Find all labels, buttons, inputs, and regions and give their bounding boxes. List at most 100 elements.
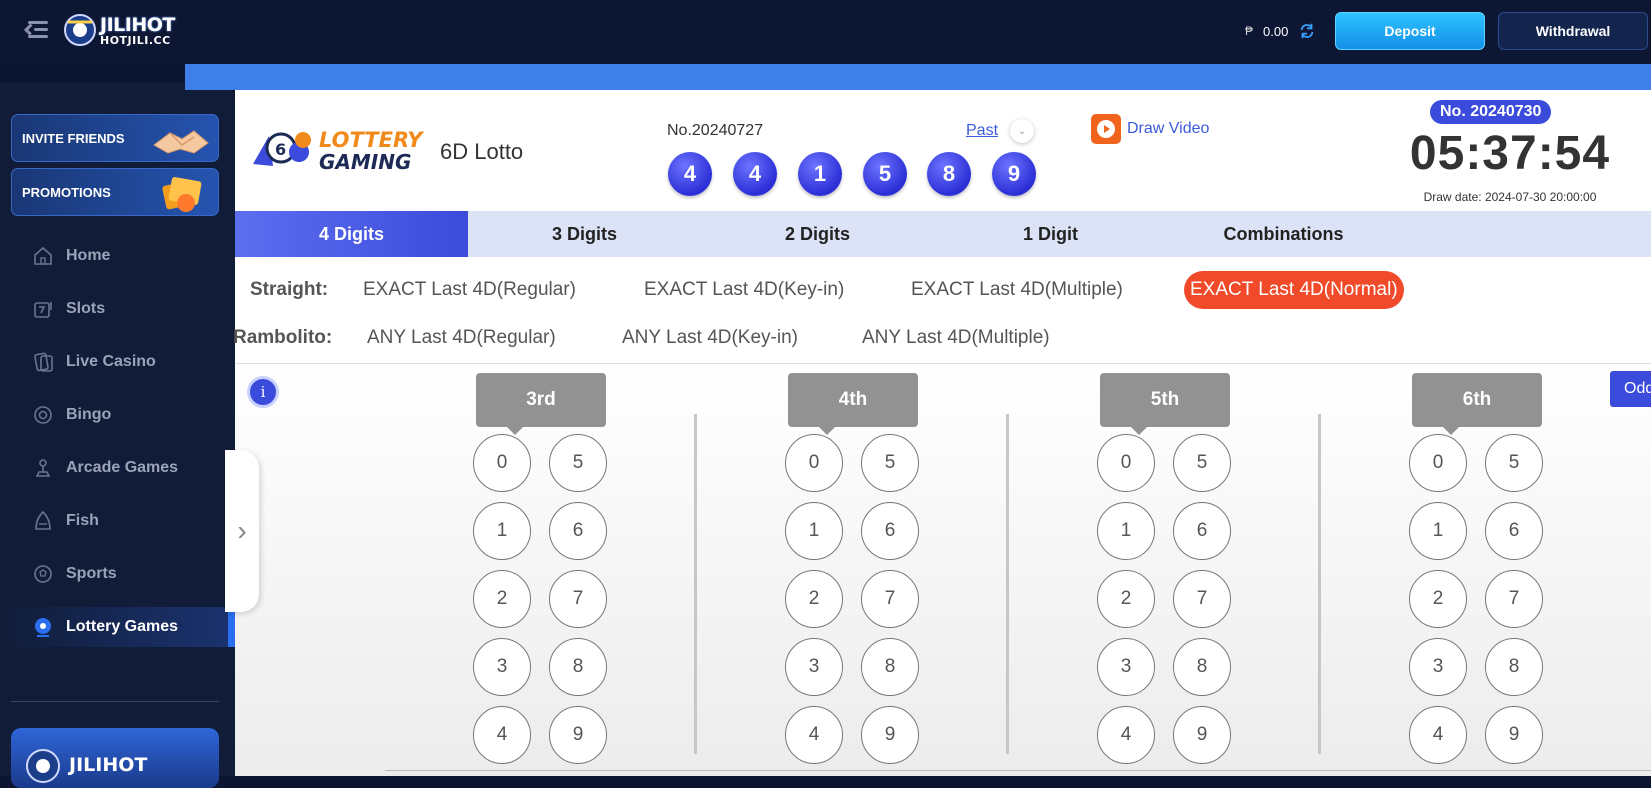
lottery-icon: [35, 618, 51, 637]
digit-button[interactable]: 2: [473, 570, 531, 628]
sidebar-item-bingo[interactable]: Bingo: [0, 395, 235, 435]
digit-button[interactable]: 1: [785, 502, 843, 560]
sidebar-banner[interactable]: JILIHOT: [11, 728, 219, 788]
chevron-right-icon[interactable]: ›: [225, 450, 259, 612]
digit-button[interactable]: 8: [1485, 638, 1543, 696]
digit-button[interactable]: 5: [549, 434, 607, 492]
column-separator: [694, 414, 697, 754]
digit-button[interactable]: 4: [1097, 706, 1155, 764]
gift-coupon-icon: [162, 177, 202, 212]
digit-button[interactable]: 3: [1409, 638, 1467, 696]
result-ball: 4: [668, 152, 712, 196]
sidebar: INVITE FRIENDS PROMOTIONS Home Slots Liv…: [0, 82, 235, 788]
promotions-card[interactable]: PROMOTIONS: [11, 168, 219, 216]
straight-option-regular[interactable]: EXACT Last 4D(Regular): [357, 271, 582, 309]
digit-button[interactable]: 2: [1097, 570, 1155, 628]
digit-button[interactable]: 7: [1485, 570, 1543, 628]
tab-combinations[interactable]: Combinations: [1167, 211, 1400, 257]
sidebar-item-label: Arcade Games: [66, 459, 179, 476]
chevron-down-icon[interactable]: ⌄: [1010, 119, 1034, 143]
digit-button[interactable]: 6: [1485, 502, 1543, 560]
digit-button[interactable]: 9: [1485, 706, 1543, 764]
sidebar-item-slots[interactable]: Slots: [0, 289, 235, 329]
straight-option-key-in[interactable]: EXACT Last 4D(Key-in): [638, 271, 850, 309]
draw-video-link[interactable]: Draw Video: [1091, 114, 1209, 144]
straight-option-multiple[interactable]: EXACT Last 4D(Multiple): [905, 271, 1129, 309]
column-separator: [1318, 414, 1321, 754]
info-icon[interactable]: i: [247, 376, 279, 408]
digit-button[interactable]: 1: [1409, 502, 1467, 560]
game-title: 6D Lotto: [440, 139, 524, 164]
result-ball: 1: [798, 152, 842, 196]
digit-button[interactable]: 3: [785, 638, 843, 696]
digit-button[interactable]: 9: [861, 706, 919, 764]
digit-button[interactable]: 6: [861, 502, 919, 560]
digit-button[interactable]: 2: [785, 570, 843, 628]
odds-button[interactable]: Odd: [1610, 371, 1651, 407]
withdrawal-button[interactable]: Withdrawal: [1498, 12, 1648, 50]
digit-button[interactable]: 8: [1173, 638, 1231, 696]
digit-button[interactable]: 5: [1485, 434, 1543, 492]
digit-button[interactable]: 5: [861, 434, 919, 492]
tab-4-digits[interactable]: 4 Digits: [235, 211, 468, 257]
digit-button[interactable]: 3: [1097, 638, 1155, 696]
sidebar-item-lottery-games[interactable]: Lottery Games: [0, 607, 235, 647]
promotions-label: PROMOTIONS: [22, 184, 111, 200]
past-results-link[interactable]: Past: [966, 122, 998, 140]
play-icon: [1091, 114, 1121, 144]
position-column-4th: 4th: [788, 373, 918, 435]
sidebar-item-label: Lottery Games: [66, 618, 179, 635]
digit-button[interactable]: 4: [473, 706, 531, 764]
digit-button[interactable]: 0: [1409, 434, 1467, 492]
sidebar-item-arcade-games[interactable]: Arcade Games: [0, 448, 235, 488]
digit-button[interactable]: 7: [861, 570, 919, 628]
digit-button[interactable]: 4: [785, 706, 843, 764]
straight-option-normal[interactable]: EXACT Last 4D(Normal): [1184, 271, 1404, 309]
live-casino-icon: [34, 352, 53, 372]
digit-button[interactable]: 0: [1097, 434, 1155, 492]
tab-1-digit[interactable]: 1 Digit: [934, 211, 1167, 257]
sidebar-item-sports[interactable]: Sports: [0, 554, 235, 594]
sidebar-item-home[interactable]: Home: [0, 236, 235, 276]
digit-button[interactable]: 9: [549, 706, 607, 764]
sidebar-divider: [11, 701, 219, 702]
countdown-timer: 05:37:54: [1409, 127, 1611, 180]
digit-button[interactable]: 9: [1173, 706, 1231, 764]
tab-3-digits[interactable]: 3 Digits: [468, 211, 701, 257]
digit-button[interactable]: 3: [473, 638, 531, 696]
invite-friends-card[interactable]: INVITE FRIENDS: [11, 114, 219, 162]
bingo-icon: [34, 406, 52, 424]
digit-button[interactable]: 2: [1409, 570, 1467, 628]
deposit-button[interactable]: Deposit: [1335, 12, 1485, 50]
rambolito-option-regular[interactable]: ANY Last 4D(Regular): [361, 319, 562, 357]
rambolito-row: Rambolito: ANY Last 4D(Regular) ANY Last…: [233, 318, 1651, 358]
digit-button[interactable]: 1: [1097, 502, 1155, 560]
sidebar-item-fish[interactable]: Fish: [0, 501, 235, 541]
digit-button[interactable]: 5: [1173, 434, 1231, 492]
site-logo[interactable]: JILIHOT HOTJILI.CC: [62, 10, 190, 50]
digit-button[interactable]: 6: [1173, 502, 1231, 560]
digit-button[interactable]: 8: [549, 638, 607, 696]
slots-icon: [34, 302, 52, 318]
digit-button[interactable]: 0: [473, 434, 531, 492]
sidebar-item-label: Sports: [66, 565, 117, 582]
home-icon: [34, 246, 52, 265]
digit-button[interactable]: 8: [861, 638, 919, 696]
draw-video-label: Draw Video: [1127, 120, 1210, 137]
digit-button[interactable]: 7: [549, 570, 607, 628]
rambolito-option-key-in[interactable]: ANY Last 4D(Key-in): [616, 319, 804, 357]
arcade-icon: [35, 459, 51, 477]
sidebar-item-label: Bingo: [66, 406, 112, 423]
digit-button[interactable]: 6: [549, 502, 607, 560]
digit-button[interactable]: 0: [785, 434, 843, 492]
digit-button[interactable]: 1: [473, 502, 531, 560]
rambolito-option-multiple[interactable]: ANY Last 4D(Multiple): [856, 319, 1056, 357]
digit-button[interactable]: 7: [1173, 570, 1231, 628]
sidebar-item-live-casino[interactable]: Live Casino: [0, 342, 235, 382]
digit-button[interactable]: 4: [1409, 706, 1467, 764]
brand-line2: GAMING: [319, 150, 412, 174]
tab-2-digits[interactable]: 2 Digits: [701, 211, 934, 257]
position-column-6th: 6th: [1412, 373, 1542, 435]
refresh-icon[interactable]: [1298, 22, 1316, 40]
menu-icon[interactable]: [23, 17, 52, 43]
